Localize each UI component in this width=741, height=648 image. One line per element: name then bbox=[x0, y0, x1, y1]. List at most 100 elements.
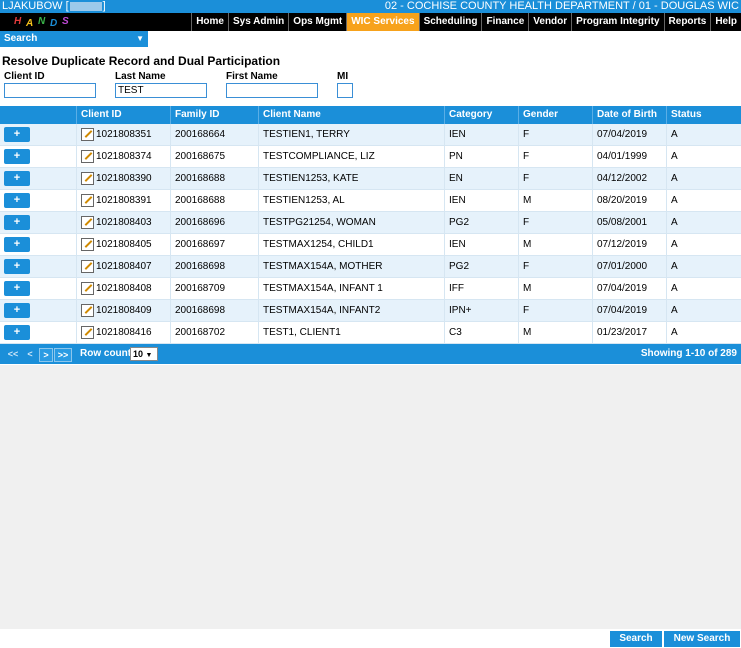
cell-client-id[interactable]: 1021808405 bbox=[76, 234, 171, 255]
expand-row-button[interactable]: + bbox=[4, 237, 30, 252]
cell-gender: F bbox=[518, 146, 593, 167]
chevron-down-icon: ▼ bbox=[145, 352, 153, 359]
next-page-button[interactable]: > bbox=[39, 348, 53, 362]
cell-client-id[interactable]: 1021808407 bbox=[76, 256, 171, 277]
column-header-category[interactable]: Category bbox=[444, 106, 519, 124]
client-id-value: 1021808391 bbox=[96, 195, 152, 206]
table-row: +1021808391 200168688 TESTIEN1253, AL IEN M 0… bbox=[0, 190, 741, 212]
menu-item-vendor[interactable]: Vendor bbox=[528, 13, 571, 31]
menu-item-reports[interactable]: Reports bbox=[663, 13, 711, 31]
cell-client-id[interactable]: 1021808409 bbox=[76, 300, 171, 321]
expand-row-button[interactable]: + bbox=[4, 259, 30, 274]
expand-row-button[interactable]: + bbox=[4, 193, 30, 208]
search-button[interactable]: Search bbox=[610, 631, 662, 647]
column-header-gender[interactable]: Gender bbox=[518, 106, 593, 124]
cell-dob: 04/12/2002 bbox=[592, 168, 667, 189]
cell-client-id[interactable]: 1021808416 bbox=[76, 322, 171, 343]
edit-icon[interactable] bbox=[81, 171, 94, 185]
cell-status: A bbox=[666, 256, 741, 277]
expand-row-button[interactable]: + bbox=[4, 303, 30, 318]
table-row: +1021808407 200168698 TESTMAX154A, MOTHER P… bbox=[0, 256, 741, 278]
bracket-open: [ bbox=[65, 0, 69, 12]
cell-category: EN bbox=[444, 168, 519, 189]
edit-icon[interactable] bbox=[81, 281, 94, 295]
last-page-button[interactable]: >> bbox=[54, 348, 72, 362]
cell-gender: F bbox=[518, 256, 593, 277]
cell-status: A bbox=[666, 322, 741, 343]
menu-item-sys-admin[interactable]: Sys Admin bbox=[227, 13, 288, 31]
column-header-client-id[interactable]: Client ID bbox=[76, 106, 171, 124]
search-menu-dropdown[interactable]: Search ▼ bbox=[0, 31, 148, 47]
row-count-select[interactable]: 10 ▼ bbox=[130, 347, 158, 361]
expand-column-header bbox=[0, 106, 76, 124]
expand-row-button[interactable]: + bbox=[4, 127, 30, 142]
chevron-down-icon: ▼ bbox=[136, 34, 144, 43]
edit-icon[interactable] bbox=[81, 237, 94, 251]
menu-item-help[interactable]: Help bbox=[710, 13, 741, 31]
cell-category: PG2 bbox=[444, 256, 519, 277]
menu-item-wic-services[interactable]: WIC Services bbox=[346, 13, 419, 31]
first-page-button[interactable]: << bbox=[6, 348, 20, 360]
table-row: +1021808390 200168688 TESTIEN1253, KATE EN F… bbox=[0, 168, 741, 190]
cell-name: TESTIEN1, TERRY bbox=[258, 124, 445, 145]
cell-name: TESTMAX154A, MOTHER bbox=[258, 256, 445, 277]
cell-category: IEN bbox=[444, 190, 519, 211]
expand-row-button[interactable]: + bbox=[4, 281, 30, 296]
mi-input[interactable] bbox=[337, 83, 353, 98]
edit-icon[interactable] bbox=[81, 127, 94, 141]
new-search-button[interactable]: New Search bbox=[664, 631, 740, 647]
menu-item-finance[interactable]: Finance bbox=[481, 13, 528, 31]
cell-dob: 07/12/2019 bbox=[592, 234, 667, 255]
expand-row-button[interactable]: + bbox=[4, 149, 30, 164]
cell-client-id[interactable]: 1021808374 bbox=[76, 146, 171, 167]
edit-icon[interactable] bbox=[81, 193, 94, 207]
client-id-value: 1021808405 bbox=[96, 239, 152, 250]
first-name-input[interactable] bbox=[226, 83, 318, 98]
cell-client-id[interactable]: 1021808391 bbox=[76, 190, 171, 211]
edit-icon[interactable] bbox=[81, 149, 94, 163]
column-header-family-id[interactable]: Family ID bbox=[170, 106, 259, 124]
first-name-label: First Name bbox=[226, 71, 278, 82]
cell-family-id: 200168675 bbox=[170, 146, 259, 167]
expand-row-button[interactable]: + bbox=[4, 171, 30, 186]
column-header-client-name[interactable]: Client Name bbox=[258, 106, 445, 124]
menu-item-home[interactable]: Home bbox=[191, 13, 228, 31]
cell-dob: 07/04/2019 bbox=[592, 124, 667, 145]
cell-client-id[interactable]: 1021808403 bbox=[76, 212, 171, 233]
cell-client-id[interactable]: 1021808408 bbox=[76, 278, 171, 299]
prev-page-button[interactable]: < bbox=[24, 348, 36, 360]
client-id-input[interactable] bbox=[4, 83, 96, 98]
cell-dob: 07/04/2019 bbox=[592, 300, 667, 321]
cell-client-id[interactable]: 1021808390 bbox=[76, 168, 171, 189]
edit-icon[interactable] bbox=[81, 303, 94, 317]
edit-icon[interactable] bbox=[81, 215, 94, 229]
cell-category: PG2 bbox=[444, 212, 519, 233]
cell-gender: F bbox=[518, 300, 593, 321]
cell-name: TESTIEN1253, KATE bbox=[258, 168, 445, 189]
cell-name: TESTMAX154A, INFANT 1 bbox=[258, 278, 445, 299]
row-count-value: 10 bbox=[133, 349, 144, 359]
empty-content-area bbox=[0, 365, 741, 629]
table-row: +1021808374 200168675 TESTCOMPLIANCE, LIZ P… bbox=[0, 146, 741, 168]
main-menu: Home Sys Admin Ops Mgmt WIC Services Schedul… bbox=[191, 13, 741, 31]
bracket-close: ] bbox=[102, 0, 106, 12]
cell-name: TESTMAX1254, CHILD1 bbox=[258, 234, 445, 255]
cell-dob: 04/01/1999 bbox=[592, 146, 667, 167]
edit-icon[interactable] bbox=[81, 325, 94, 339]
client-id-value: 1021808409 bbox=[96, 305, 152, 316]
mi-label: MI bbox=[337, 71, 349, 82]
menu-item-scheduling[interactable]: Scheduling bbox=[418, 13, 482, 31]
cell-client-id[interactable]: 1021808351 bbox=[76, 124, 171, 145]
edit-icon[interactable] bbox=[81, 259, 94, 273]
expand-row-button[interactable]: + bbox=[4, 215, 30, 230]
menu-item-ops-mgmt[interactable]: Ops Mgmt bbox=[288, 13, 346, 31]
client-id-value: 1021808407 bbox=[96, 261, 152, 272]
agency-clinic-label: 02 - COCHISE COUNTY HEALTH DEPARTMENT / … bbox=[384, 0, 739, 12]
row-count-label: Row count: bbox=[80, 348, 135, 359]
column-header-date-of-birth[interactable]: Date of Birth bbox=[592, 106, 667, 124]
menu-item-program-integrity[interactable]: Program Integrity bbox=[571, 13, 663, 31]
table-row: +1021808408 200168709 TESTMAX154A, INFANT … bbox=[0, 278, 741, 300]
last-name-input[interactable] bbox=[115, 83, 207, 98]
column-header-status[interactable]: Status bbox=[666, 106, 741, 124]
expand-row-button[interactable]: + bbox=[4, 325, 30, 340]
